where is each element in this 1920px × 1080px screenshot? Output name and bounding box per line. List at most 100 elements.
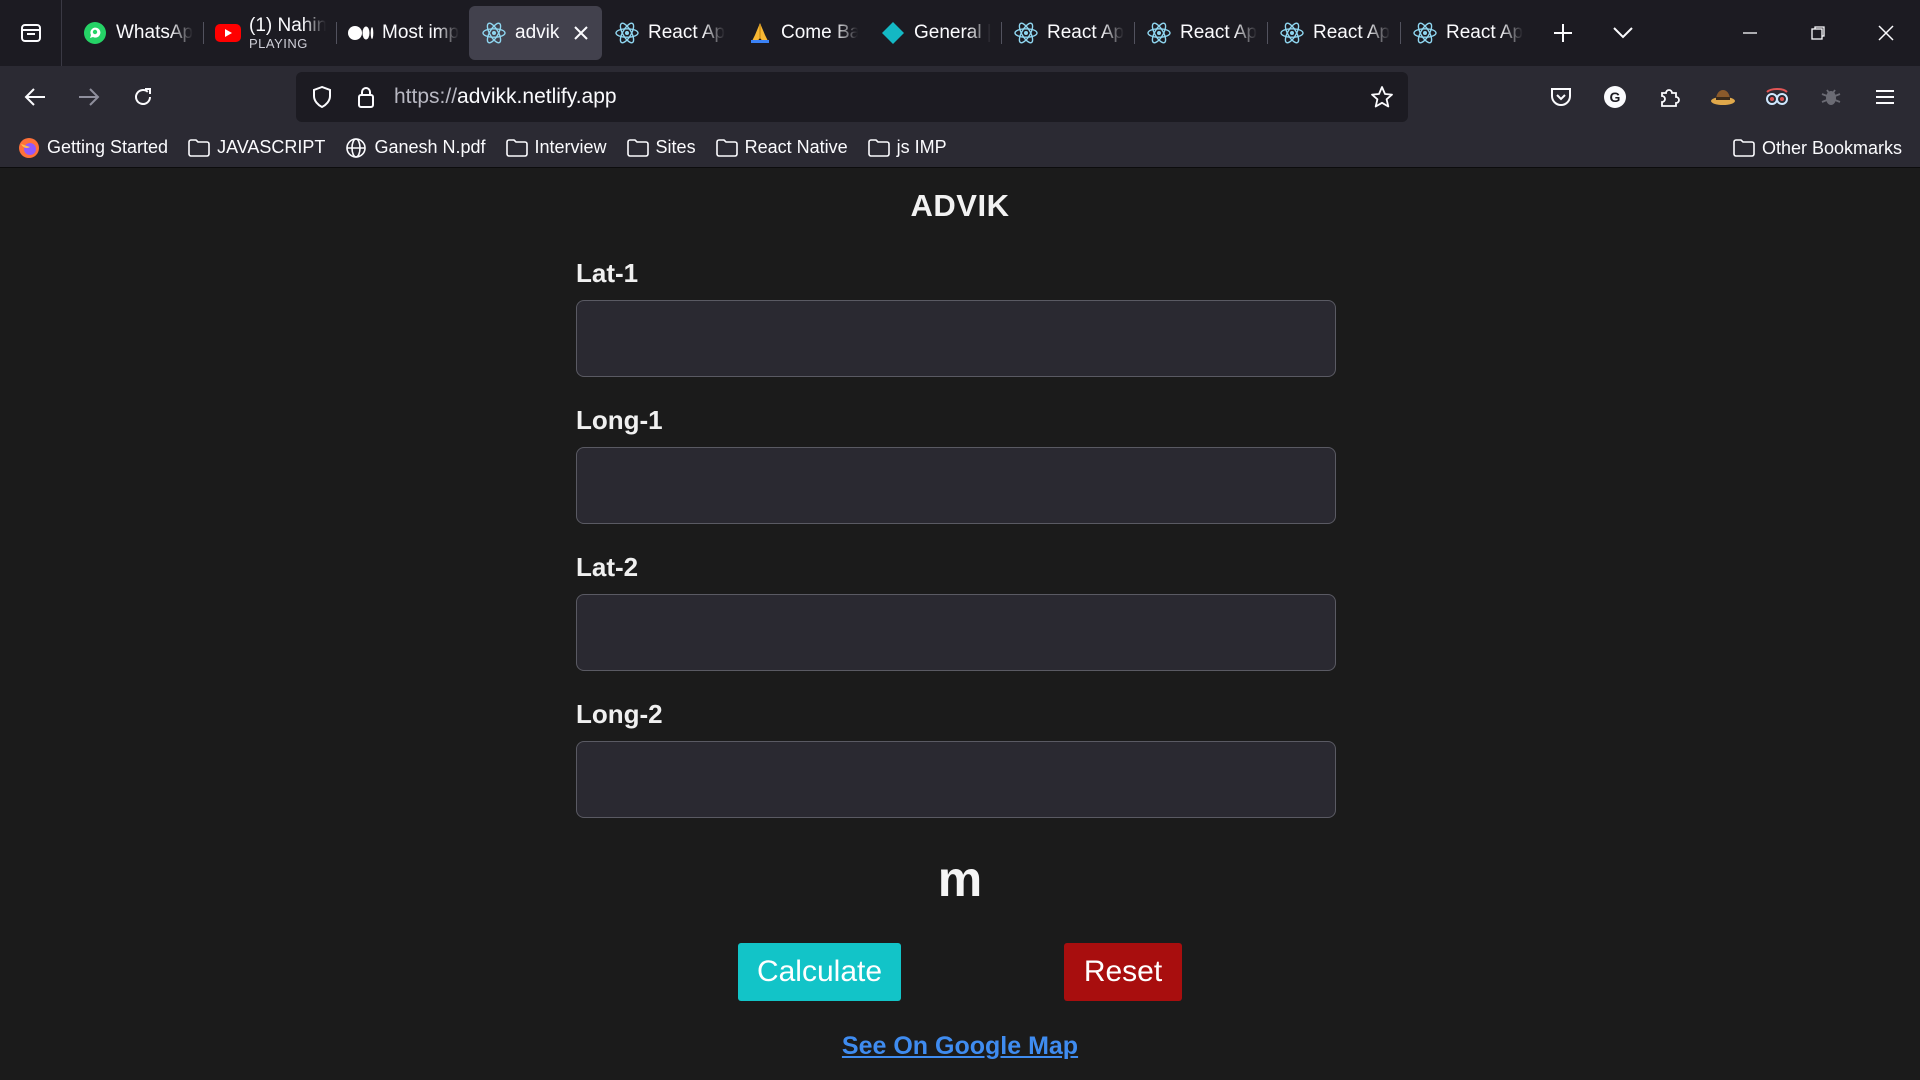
tab-react-app[interactable]: React Ap <box>1134 6 1268 60</box>
folder-icon <box>188 138 210 157</box>
url-host: advikk.netlify.app <box>457 85 617 108</box>
close-window-button[interactable] <box>1852 0 1920 66</box>
bookmark-label: Interview <box>534 137 607 157</box>
other-bookmarks-folder[interactable]: Other Bookmarks <box>1733 128 1902 168</box>
puzzle-piece-icon <box>1661 89 1680 107</box>
lat2-input[interactable] <box>576 594 1336 671</box>
long2-input[interactable] <box>576 741 1336 818</box>
lat1-input[interactable] <box>576 300 1336 377</box>
minimize-button[interactable] <box>1716 0 1784 66</box>
hat-extension-icon <box>1711 90 1735 105</box>
folder-icon <box>715 138 738 157</box>
tab-youtube[interactable]: (1) Nahin PLAYING <box>203 6 337 60</box>
bookmark-label: React Native <box>744 137 848 157</box>
folder-icon <box>505 138 528 157</box>
long1-label: Long-1 <box>576 405 663 435</box>
react-icon <box>1412 20 1438 46</box>
tab-strip: WhatsApp (1) Nahin PLAYING Most imp advi… <box>0 0 1920 66</box>
bookmark-getting-started[interactable]: Getting Started <box>18 137 168 159</box>
whatsapp-icon <box>82 20 108 46</box>
tab-list: WhatsApp (1) Nahin PLAYING Most imp advi… <box>62 0 1653 66</box>
google-map-link-container: See On Google Map <box>0 1032 1920 1061</box>
tab-react-app[interactable]: React Ap <box>602 6 735 60</box>
tab-whatsapp[interactable]: WhatsApp <box>70 6 204 60</box>
bookmark-ganesh-pdf[interactable]: Ganesh N.pdf <box>345 137 486 159</box>
pocket-icon <box>1551 88 1571 106</box>
react-icon <box>614 20 640 46</box>
tracking-protection-shield-icon[interactable] <box>300 72 344 122</box>
extension-hat-button[interactable] <box>1696 70 1750 124</box>
bookmark-folder-react-native[interactable]: React Native <box>715 137 848 158</box>
react-icon <box>1279 20 1305 46</box>
folder-icon <box>1733 139 1755 157</box>
restore-button[interactable] <box>1784 0 1852 66</box>
bookmark-label: JAVASCRIPT <box>217 137 326 157</box>
tab-title: React Ap <box>1180 22 1257 43</box>
reload-button[interactable] <box>116 70 170 124</box>
bookmark-label: Getting Started <box>47 137 169 157</box>
calculate-button[interactable]: Calculate <box>738 943 901 1001</box>
lat2-label: Lat-2 <box>576 552 639 582</box>
tab-advik-active[interactable]: advik <box>469 6 602 60</box>
long1-input[interactable] <box>576 447 1336 524</box>
url-text[interactable]: https://advikk.netlify.app <box>394 85 1360 109</box>
close-tab-icon[interactable] <box>570 22 592 44</box>
diamond-icon <box>880 20 906 46</box>
praying-hands-icon <box>747 20 773 46</box>
lat1-label: Lat-1 <box>576 258 639 288</box>
lock-icon[interactable] <box>344 72 388 122</box>
bookmark-label: js IMP <box>896 137 947 157</box>
extensions-button[interactable] <box>1642 70 1696 124</box>
svg-text:G: G <box>1610 89 1621 105</box>
tab-title: React Ap <box>1446 22 1523 43</box>
minimize-icon <box>1743 32 1757 34</box>
forward-button[interactable] <box>62 70 116 124</box>
folder-icon <box>867 138 890 157</box>
tab-title: advik <box>515 22 560 43</box>
back-button[interactable] <box>8 70 62 124</box>
window-controls <box>1716 0 1920 66</box>
see-on-google-map-link[interactable]: See On Google Map <box>842 1032 1078 1060</box>
list-all-tabs-button[interactable] <box>1593 6 1653 60</box>
app-menu-button[interactable] <box>1858 70 1912 124</box>
tab-come-back[interactable]: Come Ba <box>735 6 868 60</box>
tab-general[interactable]: General | <box>868 6 1002 60</box>
glasses-extension-icon <box>1766 88 1788 105</box>
bookmarks-toolbar: Getting Started JAVASCRIPT Ganesh N.pdf … <box>0 128 1920 168</box>
tab-title: WhatsApp <box>116 22 193 43</box>
toolbar-extensions: G <box>1534 70 1912 124</box>
forward-arrow-icon <box>79 88 100 106</box>
grammarly-icon: G <box>1604 86 1626 108</box>
bookmark-folder-js-imp[interactable]: js IMP <box>867 137 947 158</box>
back-arrow-icon <box>24 88 45 106</box>
tab-title: React Ap <box>1047 22 1124 43</box>
page-title: ADVIK <box>910 188 1010 223</box>
pocket-button[interactable] <box>1534 70 1588 124</box>
close-icon <box>1878 25 1894 41</box>
address-bar[interactable]: https://advikk.netlify.app <box>296 72 1408 122</box>
restore-icon <box>1811 26 1825 40</box>
firefox-view-button[interactable] <box>0 0 62 66</box>
bookmark-folder-sites[interactable]: Sites <box>626 137 696 158</box>
bookmark-label: Ganesh N.pdf <box>374 137 486 157</box>
bookmark-folder-interview[interactable]: Interview <box>505 137 607 158</box>
url-scheme: https:// <box>394 85 458 108</box>
new-tab-button[interactable] <box>1533 6 1593 60</box>
folder-icon <box>626 138 649 157</box>
grammarly-button[interactable]: G <box>1588 70 1642 124</box>
tab-medium[interactable]: Most imp <box>336 6 469 60</box>
extension-bug-button[interactable] <box>1804 70 1858 124</box>
tab-title: General | <box>914 22 991 43</box>
tab-react-app[interactable]: React Ap <box>1267 6 1401 60</box>
extension-glasses-button[interactable] <box>1750 70 1804 124</box>
distance-result: m <box>937 851 983 907</box>
tab-title: React Ap <box>1313 22 1390 43</box>
tab-react-app[interactable]: React Ap <box>1001 6 1135 60</box>
tab-playing-label: PLAYING <box>249 36 308 50</box>
bookmark-star-icon[interactable] <box>1360 72 1404 122</box>
bookmark-folder-javascript[interactable]: JAVASCRIPT <box>188 137 325 158</box>
tab-react-app[interactable]: React Ap <box>1400 6 1533 60</box>
reload-icon <box>135 88 151 105</box>
reset-button[interactable]: Reset <box>1064 943 1182 1001</box>
bug-extension-icon <box>1821 89 1841 105</box>
